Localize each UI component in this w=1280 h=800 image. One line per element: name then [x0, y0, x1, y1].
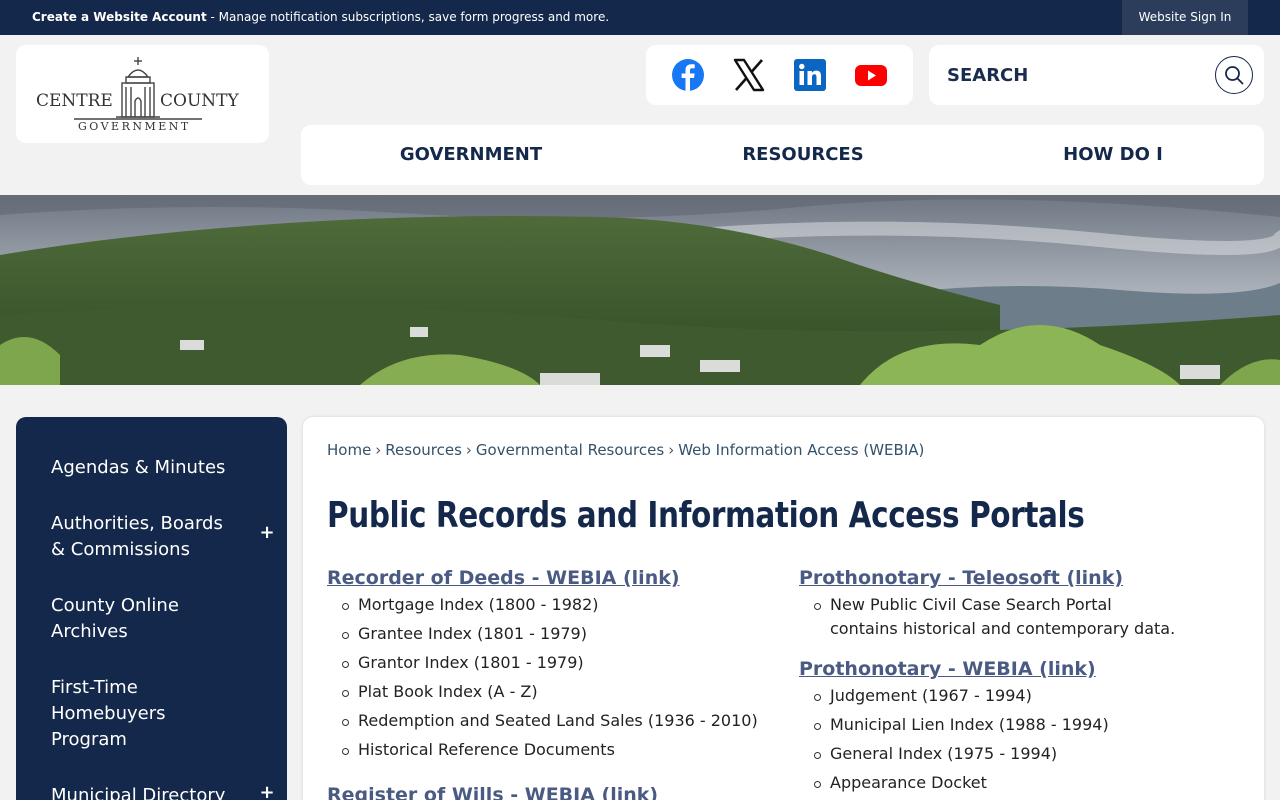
nav-how-do-i[interactable]: HOW DO I	[1063, 125, 1163, 185]
list-item: Appearance Docket	[811, 771, 1176, 795]
account-message: Create a Website Account - Manage notifi…	[32, 10, 609, 24]
list-item: Mortgage Index (1800 - 1982)	[339, 593, 758, 617]
right-column: Prothonotary - Teleosoft (link) New Publ…	[799, 567, 1176, 800]
main-navigation: GOVERNMENT RESOURCES HOW DO I	[301, 125, 1264, 185]
linkedin-icon[interactable]	[793, 58, 827, 92]
prothonotary-webia-link[interactable]: Prothonotary - WEBIA (link)	[799, 658, 1176, 680]
main-content: Home › Resources › Governmental Resources › We…	[303, 417, 1264, 800]
teleosoft-list: New Public Civil Case Search Portal cont…	[811, 593, 1176, 641]
sidebar-navigation: Agendas & Minutes Authorities, Boards & …	[16, 417, 287, 800]
list-item: New Public Civil Case Search Portal cont…	[811, 593, 1176, 641]
page-title: Public Records and Information Access Po…	[327, 495, 1085, 536]
list-item: Grantee Index (1801 - 1979)	[339, 622, 758, 646]
sidebar-item-authorities-boards[interactable]: Authorities, Boards & Commissions	[51, 511, 241, 563]
top-utility-bar: Create a Website Account - Manage notifi…	[0, 0, 1280, 35]
logo-word-government: GOVERNMENT	[78, 120, 191, 133]
breadcrumb-home[interactable]: Home	[327, 441, 371, 459]
breadcrumb-separator: ›	[375, 441, 382, 459]
search-icon	[1225, 66, 1244, 85]
expand-municipal-button[interactable]: +	[259, 782, 275, 800]
list-item: Grantor Index (1801 - 1979)	[339, 651, 758, 675]
register-of-wills-link[interactable]: Register of Wills - WEBIA (link)	[327, 784, 758, 800]
search-button[interactable]	[1215, 56, 1253, 94]
hero-banner-image	[0, 195, 1280, 385]
recorder-of-deeds-link[interactable]: Recorder of Deeds - WEBIA (link)	[327, 567, 758, 589]
list-item: General Index (1975 - 1994)	[811, 742, 1176, 766]
breadcrumb: Home › Resources › Governmental Resources › We…	[327, 441, 924, 459]
nav-government[interactable]: GOVERNMENT	[400, 125, 542, 185]
breadcrumb-governmental-resources[interactable]: Governmental Resources	[476, 441, 664, 459]
sidebar-item-municipal-directory[interactable]: Municipal Directory	[51, 783, 241, 800]
prothonotary-teleosoft-link[interactable]: Prothonotary - Teleosoft (link)	[799, 567, 1176, 589]
breadcrumb-webia[interactable]: Web Information Access (WEBIA)	[678, 441, 924, 459]
sign-in-button[interactable]: Website Sign In	[1122, 0, 1248, 35]
list-item: Plat Book Index (A - Z)	[339, 680, 758, 704]
nav-resources[interactable]: RESOURCES	[742, 125, 863, 185]
prothonotary-webia-list: Judgement (1967 - 1994) Municipal Lien I…	[811, 684, 1176, 795]
sidebar-item-homebuyers-program[interactable]: First-Time Homebuyers Program	[51, 675, 201, 753]
logo-word-centre: CENTRE	[36, 91, 113, 111]
expand-authorities-button[interactable]: +	[259, 522, 275, 543]
list-item: Redemption and Seated Land Sales (1936 -…	[339, 709, 758, 733]
search-box	[929, 45, 1264, 105]
youtube-icon[interactable]	[854, 58, 888, 92]
county-logo[interactable]: CENTRE COUNTY GOVERNMENT	[16, 45, 269, 143]
search-input[interactable]	[947, 59, 1207, 91]
list-item: Judgement (1967 - 1994)	[811, 684, 1176, 708]
x-twitter-icon[interactable]	[732, 58, 766, 92]
breadcrumb-separator: ›	[668, 441, 675, 459]
sidebar-item-online-archives[interactable]: County Online Archives	[51, 593, 201, 645]
logo-word-county: COUNTY	[160, 91, 239, 111]
sidebar-item-agendas-minutes[interactable]: Agendas & Minutes	[51, 455, 241, 481]
facebook-icon[interactable]	[671, 58, 705, 92]
create-account-link[interactable]: Create a Website Account	[32, 10, 207, 24]
recorder-list: Mortgage Index (1800 - 1982) Grantee Ind…	[339, 593, 758, 762]
breadcrumb-separator: ›	[465, 441, 472, 459]
account-description: - Manage notification subscriptions, sav…	[206, 10, 610, 24]
list-item: Historical Reference Documents	[339, 738, 758, 762]
left-column: Recorder of Deeds - WEBIA (link) Mortgag…	[327, 567, 758, 800]
list-item: Municipal Lien Index (1988 - 1994)	[811, 713, 1176, 737]
social-links	[646, 45, 913, 105]
breadcrumb-resources[interactable]: Resources	[385, 441, 462, 459]
